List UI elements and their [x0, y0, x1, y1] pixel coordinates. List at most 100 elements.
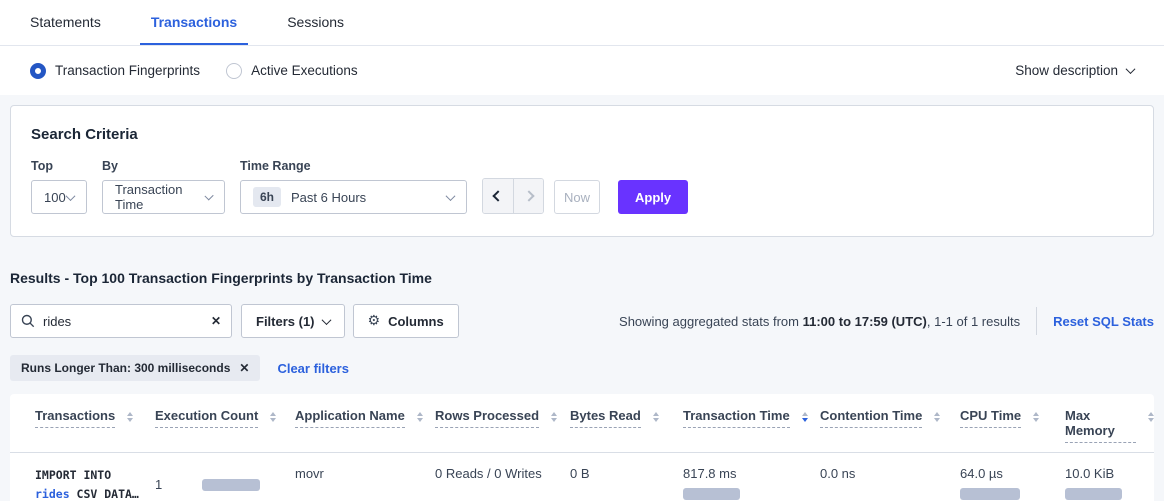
stats-area: Showing aggregated stats from 11:00 to 1… [619, 307, 1154, 335]
sort-icon-descending[interactable] [802, 412, 808, 422]
time-range-select[interactable]: 6h Past 6 Hours [240, 180, 467, 214]
filter-chip: Runs Longer Than: 300 milliseconds ✕ [10, 355, 260, 381]
radio-active-executions[interactable]: Active Executions [226, 63, 358, 79]
search-box: ✕ [10, 304, 232, 338]
radio-label: Active Executions [251, 63, 358, 78]
column-header-execution-count: Execution Count [155, 408, 295, 443]
search-clear-icon[interactable]: ✕ [211, 314, 221, 328]
time-range-field: Time Range 6h Past 6 Hours [240, 159, 467, 214]
now-button[interactable]: Now [554, 180, 600, 214]
sort-icon[interactable] [1033, 412, 1039, 422]
view-toggle-row: Transaction Fingerprints Active Executio… [0, 46, 1164, 95]
sort-icon[interactable] [551, 412, 557, 422]
filter-chip-label: Runs Longer Than: 300 milliseconds [21, 361, 230, 375]
filters-button-label: Filters (1) [256, 314, 315, 329]
time-nav-group [482, 178, 544, 214]
column-header-label[interactable]: CPU Time [960, 408, 1021, 428]
column-header-label[interactable]: Transaction Time [683, 408, 790, 428]
chevron-down-icon [1126, 64, 1136, 74]
transaction-time-value: 817.8 ms [683, 466, 820, 481]
active-filters-row: Runs Longer Than: 300 milliseconds ✕ Cle… [10, 355, 1154, 381]
cpu-time-value: 64.0 µs [960, 466, 1065, 481]
radio-label: Transaction Fingerprints [55, 63, 200, 78]
execution-count-value: 1 [155, 477, 162, 492]
filter-chip-remove-icon[interactable]: ✕ [239, 361, 249, 375]
radio-selected-icon [30, 63, 46, 79]
column-header-transactions: Transactions [35, 408, 155, 443]
column-header-label[interactable]: Max Memory [1065, 408, 1136, 443]
by-field: By Transaction Time [102, 159, 225, 214]
radio-unselected-icon [226, 63, 242, 79]
results-table-card: Transactions Execution Count Application… [10, 394, 1154, 501]
apply-button[interactable]: Apply [618, 180, 688, 214]
search-icon [21, 314, 35, 328]
filters-button[interactable]: Filters (1) [241, 304, 345, 338]
column-header-label[interactable]: Rows Processed [435, 408, 539, 428]
clear-filters-link[interactable]: Clear filters [277, 361, 349, 376]
sort-icon[interactable] [653, 412, 659, 422]
application-name-cell: movr [295, 466, 435, 501]
aggregated-stats-text: Showing aggregated stats from 11:00 to 1… [619, 314, 1020, 329]
execution-count-bar [202, 479, 260, 491]
column-header-transaction-time: Transaction Time [683, 408, 820, 443]
transaction-time-cell: 817.8 ms [683, 466, 820, 501]
show-description-label: Show description [1015, 63, 1118, 78]
by-select-value: Transaction Time [115, 182, 206, 212]
top-field: Top 100 [31, 159, 87, 214]
radio-transaction-fingerprints[interactable]: Transaction Fingerprints [30, 63, 200, 79]
transaction-fingerprint-cell[interactable]: IMPORT INTO rides CSV DATA… [35, 466, 155, 501]
max-memory-bar [1065, 488, 1122, 500]
time-next-button[interactable] [513, 179, 543, 213]
sort-icon[interactable] [127, 412, 133, 422]
top-label: Top [31, 159, 87, 173]
cpu-time-bar [960, 488, 1020, 500]
show-description-toggle[interactable]: Show description [1015, 63, 1134, 78]
by-label: By [102, 159, 225, 173]
chevron-down-icon [446, 191, 456, 201]
tab-transactions[interactable]: Transactions [140, 0, 248, 45]
sql-line-2: rides CSV DATA… [35, 485, 155, 501]
column-header-rows-processed: Rows Processed [435, 408, 570, 443]
search-input[interactable] [43, 314, 211, 329]
gear-icon: ⚙ [368, 313, 381, 329]
results-section: Results - Top 100 Transaction Fingerprin… [0, 270, 1164, 381]
top-select[interactable]: 100 [31, 180, 87, 214]
reset-sql-stats-link[interactable]: Reset SQL Stats [1053, 314, 1154, 329]
time-range-value: Past 6 Hours [291, 190, 366, 205]
cpu-time-cell: 64.0 µs [960, 466, 1065, 501]
column-header-label[interactable]: Application Name [295, 408, 405, 428]
vertical-divider [1036, 307, 1037, 335]
sort-icon[interactable] [1148, 412, 1154, 422]
time-range-label: Time Range [240, 159, 467, 173]
column-header-label[interactable]: Bytes Read [570, 408, 641, 428]
search-criteria-card: Search Criteria Top 100 By Transaction T… [10, 105, 1154, 237]
time-range-badge: 6h [253, 187, 281, 207]
columns-button-label: Columns [388, 314, 444, 329]
column-header-bytes-read: Bytes Read [570, 408, 683, 443]
sort-icon[interactable] [934, 412, 940, 422]
chevron-left-icon [492, 190, 503, 201]
transaction-time-bar [683, 488, 740, 500]
column-header-contention-time: Contention Time [820, 408, 960, 443]
table-row: IMPORT INTO rides CSV DATA… 1 movr 0 Rea… [10, 453, 1154, 501]
max-memory-cell: 10.0 KiB [1065, 466, 1154, 501]
time-prev-button[interactable] [483, 179, 513, 213]
by-select[interactable]: Transaction Time [102, 180, 225, 214]
tab-sessions[interactable]: Sessions [276, 0, 355, 45]
column-header-cpu-time: CPU Time [960, 408, 1065, 443]
sort-icon[interactable] [270, 412, 276, 422]
sort-icon[interactable] [417, 412, 423, 422]
search-criteria-title: Search Criteria [31, 126, 1133, 143]
tab-statements[interactable]: Statements [19, 0, 112, 45]
sql-table-link[interactable]: rides [35, 487, 70, 501]
column-header-application-name: Application Name [295, 408, 435, 443]
columns-button[interactable]: ⚙ Columns [353, 304, 459, 338]
max-memory-value: 10.0 KiB [1065, 466, 1154, 481]
column-header-label[interactable]: Execution Count [155, 408, 258, 428]
rows-processed-cell: 0 Reads / 0 Writes [435, 466, 570, 501]
column-header-label[interactable]: Transactions [35, 408, 115, 428]
sql-line-1: IMPORT INTO [35, 466, 155, 485]
column-header-label[interactable]: Contention Time [820, 408, 922, 428]
page-tabbar: Statements Transactions Sessions [0, 0, 1164, 46]
execution-count-cell: 1 [155, 466, 295, 501]
